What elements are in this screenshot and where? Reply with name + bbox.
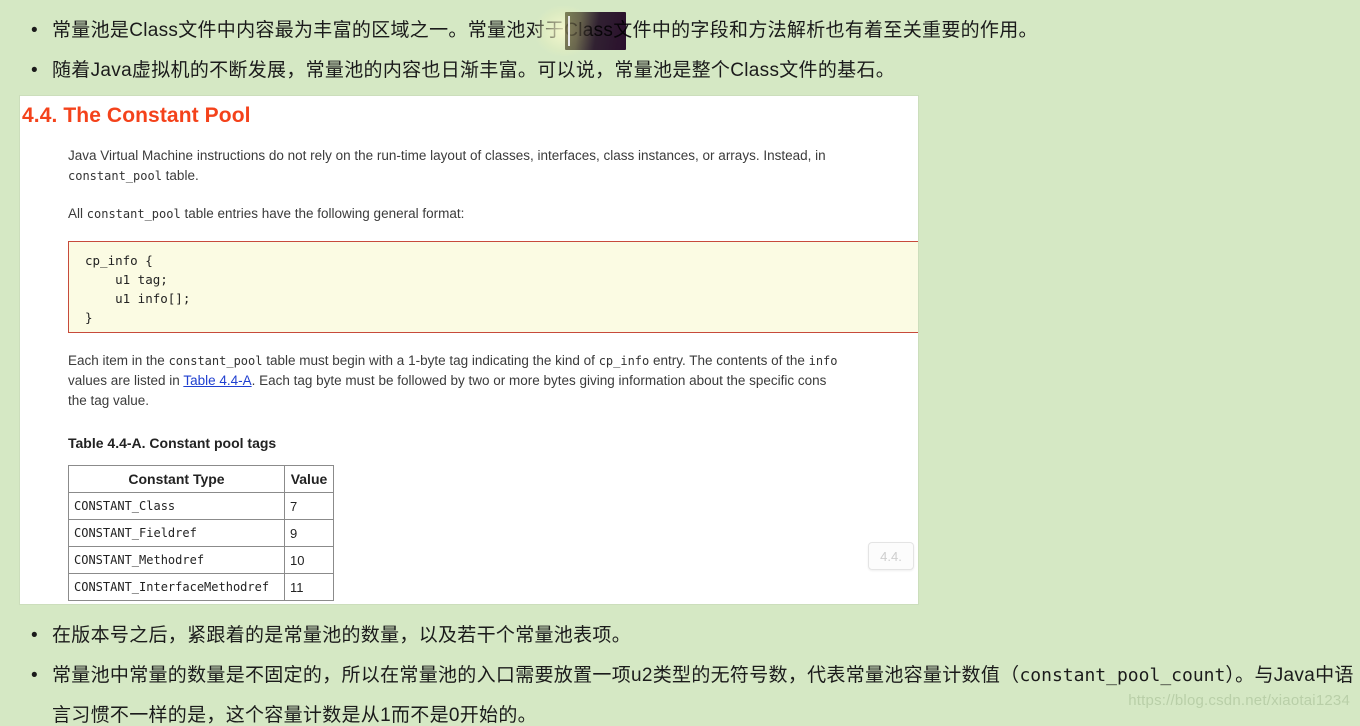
inline-code-constant-pool-count: constant_pool_count [1019, 665, 1226, 686]
paragraph-intro-line2: constant_pool table. [68, 166, 918, 186]
cell-constant-type: CONSTANT_Methodref [68, 546, 285, 574]
bullet-text-before-code: 常量池中常量的数量是不固定的，所以在常量池的入口需要放置一项u2类型的无符号数，… [52, 665, 1020, 686]
bullet-text: 随着Java虚拟机的不断发展，常量池的内容也日渐丰富。可以说，常量池是整个Cla… [52, 60, 896, 81]
embedded-document-panel: 4.4. The Constant Pool Java Virtual Mach… [20, 96, 918, 604]
paragraph-text: table entries have the following general… [180, 206, 465, 221]
list-item: • 在版本号之后，紧跟着的是常量池的数量，以及若干个常量池表项。 [0, 616, 1360, 656]
paragraph-tags-line2: values are listed in Table 4.4-A. Each t… [68, 371, 918, 391]
table-caption: Table 4.4-A. Constant pool tags [68, 435, 277, 451]
paragraph-text: entry. The contents of the [649, 353, 809, 368]
inline-code: info [808, 354, 838, 368]
bullet-dot-icon: • [31, 665, 38, 686]
table-row: CONSTANT_InterfaceMethodref 11 [68, 573, 334, 601]
paragraph-text: values are listed in [68, 373, 184, 388]
anchor-tooltip-label: 4.4. [880, 548, 902, 564]
page-title: 4.4. The Constant Pool [22, 104, 251, 127]
code-block-text: cp_info { u1 tag; u1 info[]; } [85, 253, 191, 325]
text-selection-highlight[interactable] [565, 12, 626, 50]
table-header: Constant Type Value [68, 465, 334, 493]
paragraph-text: Java Virtual Machine instructions do not… [68, 148, 826, 163]
cell-value: 7 [284, 492, 334, 520]
paragraph-intro: Java Virtual Machine instructions do not… [68, 146, 918, 166]
cell-constant-type: CONSTANT_Fieldref [68, 519, 285, 547]
table-body: CONSTANT_Class 7 CONSTANT_Fieldref 9 CON… [68, 492, 334, 601]
table-row: CONSTANT_Fieldref 9 [68, 519, 334, 547]
document-body: Java Virtual Machine instructions do not… [20, 146, 918, 601]
paragraph-format: All constant_pool table entries have the… [68, 204, 918, 224]
paragraph-text: . Each tag byte must be followed by two … [251, 373, 827, 388]
top-bullet-list: • 常量池是Class文件中内容最为丰富的区域之一。常量池对于Class文件中的… [0, 11, 1360, 91]
inline-code: constant_pool [168, 354, 263, 368]
paragraph-text: All [68, 206, 87, 221]
paragraph-text: table. [161, 168, 199, 183]
inline-code: constant_pool [86, 207, 181, 221]
paragraph-text: table must begin with a 1-byte tag indic… [262, 353, 599, 368]
cell-value: 10 [284, 546, 334, 574]
constant-pool-tags-table: Constant Type Value CONSTANT_Class 7 CON… [68, 465, 334, 601]
inline-code: cp_info [598, 354, 650, 368]
table-4-4-a-link[interactable]: Table 4.4-A [183, 373, 251, 388]
table-row: CONSTANT_Class 7 [68, 492, 334, 520]
list-item: • 随着Java虚拟机的不断发展，常量池的内容也日渐丰富。可以说，常量池是整个C… [0, 51, 1360, 91]
bullet-dot-icon: • [31, 20, 38, 41]
page-root: • 常量池是Class文件中内容最为丰富的区域之一。常量池对于Class文件中的… [0, 0, 1360, 726]
document-content: 4.4. The Constant Pool Java Virtual Mach… [20, 104, 918, 601]
paragraph-text: the tag value. [68, 393, 150, 408]
column-header-value: Value [284, 465, 334, 493]
bullet-text: 常量池是Class文件中内容最为丰富的区域之一。常量池对于Class文件中的字段… [52, 20, 1038, 41]
cell-constant-type: CONSTANT_InterfaceMethodref [68, 573, 285, 601]
table-row: CONSTANT_Methodref 10 [68, 546, 334, 574]
code-block: cp_info { u1 tag; u1 info[]; } [68, 241, 918, 333]
cell-constant-type: CONSTANT_Class [68, 492, 285, 520]
list-item: • 常量池中常量的数量是不固定的，所以在常量池的入口需要放置一项u2类型的无符号… [0, 656, 1360, 726]
cell-value: 11 [284, 573, 334, 601]
paragraph-tags-line1: Each item in the constant_pool table mus… [68, 351, 918, 371]
cell-value: 9 [284, 519, 334, 547]
inline-code: constant_pool [68, 169, 162, 183]
column-header-constant-type: Constant Type [68, 465, 285, 493]
paragraph-text: Each item in the [68, 353, 169, 368]
bottom-bullet-list: • 在版本号之后，紧跟着的是常量池的数量，以及若干个常量池表项。 • 常量池中常… [0, 616, 1360, 726]
bullet-text: 在版本号之后，紧跟着的是常量池的数量，以及若干个常量池表项。 [52, 625, 632, 646]
watermark: https://blog.csdn.net/xiaotai1234 [1128, 692, 1350, 709]
bullet-dot-icon: • [31, 625, 38, 646]
list-item: • 常量池是Class文件中内容最为丰富的区域之一。常量池对于Class文件中的… [0, 11, 1360, 51]
anchor-tooltip[interactable]: 4.4. [868, 542, 914, 570]
table-header-row: Constant Type Value [68, 465, 334, 493]
bullet-dot-icon: • [31, 60, 38, 81]
paragraph-tags-line3: the tag value. [68, 391, 918, 411]
text-caret-icon [568, 16, 570, 46]
